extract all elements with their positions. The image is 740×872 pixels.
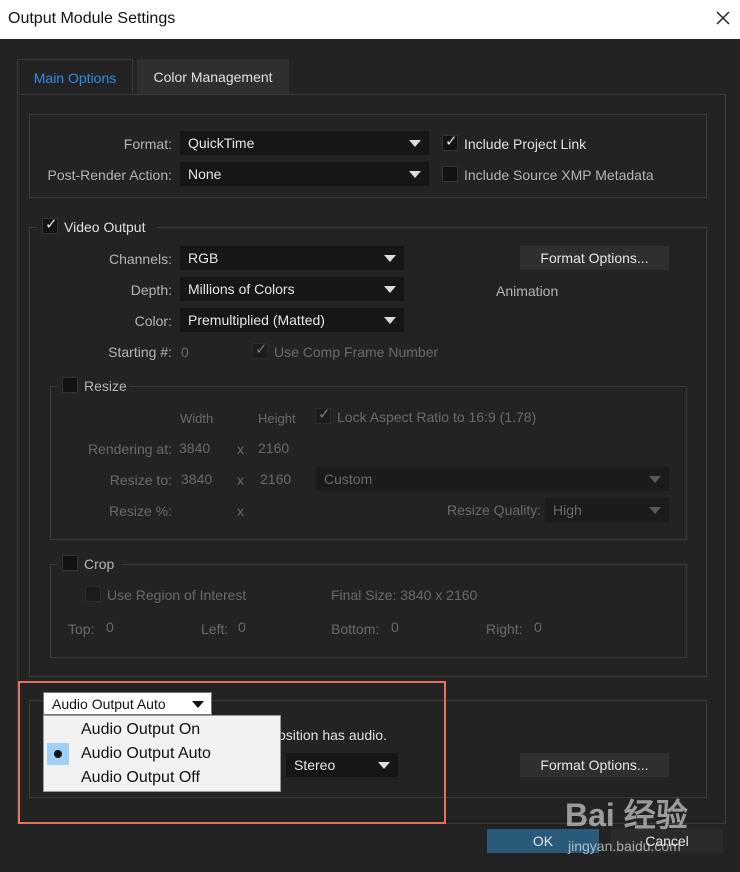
crop-checkbox[interactable] — [62, 555, 78, 571]
tab-main-options[interactable]: Main Options — [17, 59, 133, 95]
include-project-link-checkbox[interactable]: ✓ — [442, 133, 458, 151]
crop-bottom-value[interactable]: 0 — [391, 619, 399, 635]
tab-color-management[interactable]: Color Management — [137, 59, 289, 95]
crop-label: Crop — [84, 556, 115, 572]
annotation-highlight-box — [18, 681, 446, 824]
watermark-url: jingyan.baidu.com — [568, 838, 681, 854]
resize-checkbox[interactable] — [62, 377, 78, 393]
video-output-checkbox[interactable]: ✓ — [42, 216, 58, 234]
channels-label: Channels: — [108, 251, 172, 267]
depth-dropdown[interactable]: Millions of Colors — [180, 277, 404, 301]
close-icon[interactable] — [711, 6, 735, 30]
format-dropdown[interactable]: QuickTime — [180, 131, 429, 155]
color-dropdown[interactable]: Premultiplied (Matted) — [180, 308, 404, 332]
crop-group — [50, 564, 687, 658]
resize-height[interactable]: 2160 — [260, 471, 291, 487]
chevron-down-icon — [384, 317, 396, 324]
resize-percent-label: Resize %: — [108, 503, 172, 519]
audio-format-options-button[interactable]: Format Options... — [520, 753, 669, 777]
format-value: QuickTime — [188, 135, 255, 151]
post-render-label: Post-Render Action: — [47, 167, 172, 183]
rendering-height: 2160 — [258, 440, 290, 456]
resize-x: x — [237, 472, 244, 488]
format-label: Format: — [123, 136, 172, 152]
video-output-label: Video Output — [64, 219, 146, 235]
width-header: Width — [180, 411, 214, 426]
video-format-options-button[interactable]: Format Options... — [520, 246, 669, 270]
use-roi-checkbox[interactable] — [85, 586, 101, 602]
crop-right-label: Right: — [486, 621, 523, 637]
resize-quality-label: Resize Quality: — [447, 502, 542, 518]
crop-bottom-label: Bottom: — [331, 621, 380, 637]
starting-number-label: Starting #: — [108, 344, 172, 360]
watermark: Bai 经验 jingyan.baidu.com — [565, 790, 715, 860]
resize-percent-x: x — [237, 503, 244, 519]
chevron-down-icon — [409, 171, 421, 178]
rendering-width: 3840 — [179, 440, 211, 456]
chevron-down-icon — [384, 255, 396, 262]
crop-top-label: Top: — [68, 621, 95, 637]
channels-value: RGB — [188, 250, 219, 266]
use-comp-frame-label: Use Comp Frame Number — [274, 344, 439, 360]
color-value: Premultiplied (Matted) — [188, 312, 325, 328]
lock-aspect-checkbox[interactable]: ✓ — [315, 406, 331, 424]
starting-number-value[interactable]: 0 — [181, 344, 189, 360]
resize-quality-dropdown[interactable]: High — [545, 498, 669, 522]
include-xmp-label: Include Source XMP Metadata — [464, 167, 654, 183]
checkmark-icon: ✓ — [318, 406, 331, 423]
window-title: Output Module Settings — [8, 10, 176, 27]
final-size-text: Final Size: 3840 x 2160 — [331, 587, 478, 603]
height-header: Height — [258, 411, 296, 426]
rendering-at-label: Rendering at: — [87, 441, 172, 457]
include-xmp-checkbox[interactable] — [442, 166, 458, 182]
lock-aspect-label: Lock Aspect Ratio to 16:9 (1.78) — [337, 409, 537, 425]
checkmark-icon: ✓ — [445, 133, 458, 150]
resize-preset-dropdown[interactable]: Custom — [316, 467, 669, 491]
checkmark-icon: ✓ — [255, 341, 268, 358]
crop-left-value[interactable]: 0 — [238, 619, 246, 635]
use-comp-frame-checkbox[interactable]: ✓ — [252, 341, 268, 359]
watermark-logo: Bai 经验 — [565, 797, 688, 833]
chevron-down-icon — [409, 140, 421, 147]
chevron-down-icon — [649, 507, 661, 514]
rendering-x: x — [237, 441, 244, 457]
use-roi-label: Use Region of Interest — [107, 587, 247, 603]
codec-info: Animation — [496, 283, 559, 299]
chevron-down-icon — [649, 476, 661, 483]
title-bar: Output Module Settings — [0, 0, 740, 39]
include-project-link-label: Include Project Link — [464, 136, 587, 152]
crop-right-value[interactable]: 0 — [534, 619, 542, 635]
post-render-value: None — [188, 166, 222, 182]
color-label: Color: — [134, 313, 172, 329]
resize-to-label: Resize to: — [109, 472, 172, 488]
checkmark-icon: ✓ — [45, 216, 58, 233]
channels-dropdown[interactable]: RGB — [180, 246, 404, 270]
resize-preset-value: Custom — [324, 471, 373, 487]
chevron-down-icon — [384, 286, 396, 293]
crop-left-label: Left: — [201, 621, 229, 637]
resize-label: Resize — [84, 378, 127, 394]
resize-quality-value: High — [553, 502, 582, 518]
crop-top-value[interactable]: 0 — [106, 619, 114, 635]
resize-width[interactable]: 3840 — [181, 471, 212, 487]
post-render-dropdown[interactable]: None — [180, 162, 429, 186]
depth-value: Millions of Colors — [188, 281, 295, 297]
depth-label: Depth: — [130, 282, 172, 298]
